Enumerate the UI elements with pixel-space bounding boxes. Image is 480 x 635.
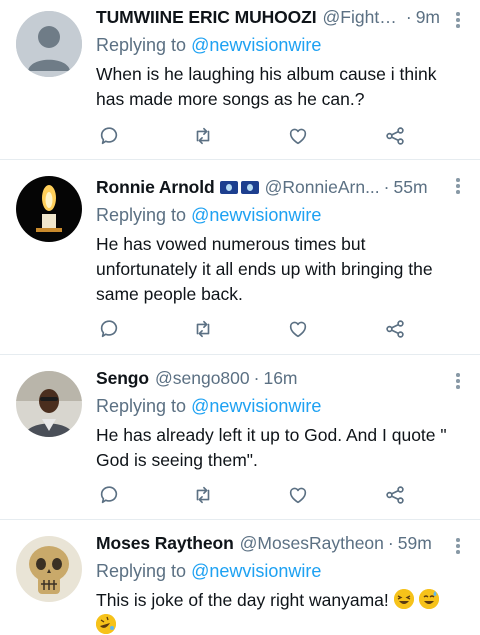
reply-icon bbox=[100, 320, 118, 338]
share-button[interactable] bbox=[382, 123, 408, 149]
tweet-text-line: He has vowed numerous times but bbox=[96, 234, 366, 254]
reply-button[interactable] bbox=[96, 482, 122, 508]
replying-prefix: Replying to bbox=[96, 205, 187, 225]
retweet-button[interactable] bbox=[190, 482, 216, 508]
avatar[interactable] bbox=[16, 11, 82, 77]
replying-prefix: Replying to bbox=[96, 561, 187, 581]
tweet-text: He has already left it up to God. And I … bbox=[96, 423, 480, 473]
user-handle[interactable]: @MosesRaytheon bbox=[240, 532, 384, 554]
tweet-text: He has vowed numerous times but unfortun… bbox=[96, 232, 480, 307]
tweet-text: When is he laughing his album cause i th… bbox=[96, 62, 480, 112]
separator: · bbox=[383, 177, 390, 197]
tweet-text-line: same people back. bbox=[96, 284, 243, 304]
like-button[interactable] bbox=[285, 123, 311, 149]
tweet-text-line: God is seeing them". bbox=[96, 450, 258, 470]
retweet-icon bbox=[196, 320, 210, 338]
separator: · bbox=[387, 533, 394, 553]
user-handle[interactable]: @sengo800 bbox=[155, 367, 250, 389]
photo-avatar bbox=[16, 371, 82, 437]
flag-emoji bbox=[219, 181, 238, 194]
replying-prefix: Replying to bbox=[96, 396, 187, 416]
action-bar bbox=[0, 316, 480, 344]
avatar[interactable] bbox=[16, 371, 82, 437]
timestamp[interactable]: 9m bbox=[416, 6, 440, 28]
retweet-icon bbox=[196, 486, 210, 504]
mention-link[interactable]: @newvisionwire bbox=[191, 561, 321, 581]
reply-tweet[interactable]: Sengo @sengo800 · 16m Replying to @newvi… bbox=[0, 355, 480, 520]
tweet-text-line: unfortunately it all ends up with bringi… bbox=[96, 259, 433, 279]
replying-to: Replying to @newvisionwire bbox=[96, 394, 480, 418]
share-icon bbox=[386, 486, 404, 504]
separator: · bbox=[253, 368, 260, 388]
reply-button[interactable] bbox=[96, 123, 122, 149]
timestamp[interactable]: 59m bbox=[398, 532, 432, 554]
reply-tweet[interactable]: TUMWIINE ERIC MUHOOZI @Fighte... · 9m Re… bbox=[0, 0, 480, 160]
more-icon[interactable] bbox=[456, 12, 462, 30]
replying-to: Replying to @newvisionwire bbox=[96, 33, 480, 57]
reply-icon bbox=[100, 127, 118, 145]
retweet-icon bbox=[196, 127, 210, 145]
action-bar bbox=[0, 123, 480, 151]
candle-avatar bbox=[16, 176, 82, 242]
reply-icon bbox=[100, 486, 118, 504]
timestamp[interactable]: 55m bbox=[393, 176, 427, 198]
tweet-text-line: When is he laughing his album cause i th… bbox=[96, 64, 437, 84]
tweet-header: Ronnie Arnold @RonnieArn... · 55m bbox=[96, 160, 480, 198]
display-name[interactable]: Moses Raytheon bbox=[96, 532, 234, 554]
reply-button[interactable] bbox=[96, 316, 122, 342]
avatar[interactable] bbox=[16, 536, 82, 602]
tweet-text-line bbox=[96, 613, 456, 635]
flag-emoji bbox=[240, 181, 259, 194]
tweet-text-line: has made more songs as he can.? bbox=[96, 89, 365, 109]
like-icon bbox=[289, 487, 307, 504]
mention-link[interactable]: @newvisionwire bbox=[191, 35, 321, 55]
user-handle[interactable]: @RonnieArn... bbox=[265, 176, 380, 198]
action-bar bbox=[0, 482, 480, 510]
more-icon[interactable] bbox=[456, 373, 462, 391]
like-icon bbox=[289, 128, 307, 145]
share-icon bbox=[386, 320, 404, 338]
display-name[interactable]: Ronnie Arnold bbox=[96, 176, 215, 198]
user-handle[interactable]: @Fighte... bbox=[323, 6, 402, 28]
mention-link[interactable]: @newvisionwire bbox=[191, 205, 321, 225]
default-avatar-icon bbox=[16, 11, 82, 77]
tweet-header: Sengo @sengo800 · 16m bbox=[96, 355, 480, 389]
laughing-emoji bbox=[393, 589, 414, 609]
mention-link[interactable]: @newvisionwire bbox=[191, 396, 321, 416]
separator: · bbox=[405, 7, 412, 27]
display-name[interactable]: TUMWIINE ERIC MUHOOZI bbox=[96, 6, 317, 28]
like-button[interactable] bbox=[285, 482, 311, 508]
share-button[interactable] bbox=[382, 482, 408, 508]
reply-tweet[interactable]: Moses Raytheon @MosesRaytheon · 59m Repl… bbox=[0, 520, 480, 635]
replying-to: Replying to @newvisionwire bbox=[96, 559, 480, 583]
like-button[interactable] bbox=[285, 316, 311, 342]
sweat-smile-emoji bbox=[418, 589, 439, 609]
timestamp[interactable]: 16m bbox=[263, 367, 297, 389]
like-icon bbox=[289, 321, 307, 338]
reply-feed: TUMWIINE ERIC MUHOOZI @Fighte... · 9m Re… bbox=[0, 0, 480, 635]
tweet-text-segment: This is joke of the day right wanyama! bbox=[96, 590, 389, 610]
share-icon bbox=[386, 127, 404, 145]
share-button[interactable] bbox=[382, 316, 408, 342]
tweet-text: This is joke of the day right wanyama! bbox=[96, 588, 480, 635]
more-icon[interactable] bbox=[456, 178, 462, 196]
reply-tweet[interactable]: Ronnie Arnold @RonnieArn... · 55m Replyi… bbox=[0, 160, 480, 355]
replying-to: Replying to @newvisionwire bbox=[96, 203, 480, 227]
replying-prefix: Replying to bbox=[96, 35, 187, 55]
skull-avatar bbox=[16, 536, 82, 602]
tweet-header: TUMWIINE ERIC MUHOOZI @Fighte... · 9m bbox=[96, 0, 480, 28]
avatar[interactable] bbox=[16, 176, 82, 242]
retweet-button[interactable] bbox=[190, 123, 216, 149]
tweet-text-line: He has already left it up to God. And I … bbox=[96, 425, 447, 445]
tweet-header: Moses Raytheon @MosesRaytheon · 59m bbox=[96, 520, 480, 554]
tweet-text-line: This is joke of the day right wanyama! bbox=[96, 588, 456, 613]
rofl-emoji bbox=[96, 614, 116, 634]
retweet-button[interactable] bbox=[190, 316, 216, 342]
more-icon[interactable] bbox=[456, 538, 462, 556]
display-name[interactable]: Sengo bbox=[96, 367, 149, 389]
